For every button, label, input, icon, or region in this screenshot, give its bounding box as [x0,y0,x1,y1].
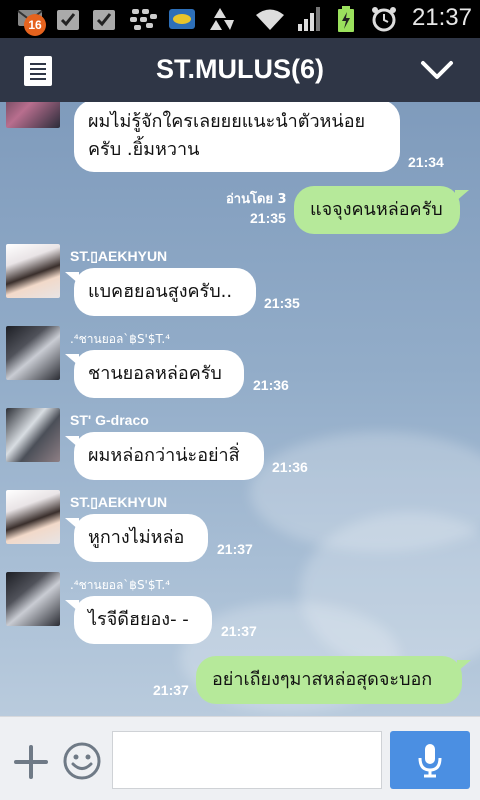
message-bubble[interactable]: ผมหล่อกว่าน่ะอย่าสิ่ [65,432,264,480]
message-time: 21:37 [153,682,189,698]
avatar[interactable] [6,490,60,544]
bbm-icon [130,9,157,30]
plus-icon[interactable] [14,745,48,779]
avatar[interactable] [6,244,60,298]
ticket-icon [169,9,195,29]
signal-icon [298,7,320,31]
message-time: 21:36 [253,377,289,393]
message-bubble[interactable]: ชานยอลหล่อครับ [65,350,244,398]
avatar[interactable] [6,326,60,380]
message-text: ไรจีดีฮยอง- - [88,609,189,630]
smiley-icon[interactable] [62,741,102,781]
avatar[interactable] [6,572,60,626]
avatar[interactable] [6,408,60,462]
message-text-line: ผมไม่รู้จักใครเลยยยแนะนำตัวหน่อย [88,111,366,132]
message-bubble[interactable]: แจจุงคนหล่อครับ [294,186,469,234]
message-input[interactable] [112,731,382,789]
message-text-line: ครับ .ยิ้มหวาน [88,139,200,160]
recycle-icon [210,8,234,30]
battery-charging-icon [338,6,354,32]
message-bubble[interactable]: อย่าเถียงๆมาสหล่อสุดจะบอก [196,656,471,704]
chat-message-list[interactable]: ผมไม่รู้จักใครเลยยยแนะนำตัวหน่อย ครับ .ย… [0,102,480,716]
message-text: อย่าเถียงๆมาสหล่อสุดจะบอก [212,669,433,690]
voice-message-button[interactable] [390,731,470,789]
avatar[interactable] [6,102,60,128]
sender-name: ST' G-draco [70,412,149,428]
status-time: 21:37 [411,4,472,31]
checkbox-icon [93,10,115,30]
message-bubble[interactable]: ผมไม่รู้จักใครเลยยยแนะนำตัวหน่อย ครับ .ย… [74,102,400,172]
message-text: หูกางไม่หล่อ [88,527,185,548]
message-text: แจจุงคนหล่อครับ [310,199,443,220]
message-bubble[interactable]: แบคฮยอนสูงครับ.. [65,268,256,316]
sender-name: .⁴ชานยอล`฿S'$T.⁴ [70,578,171,592]
message-input-bar [0,716,480,800]
message-time: 21:37 [217,541,253,557]
message-bubble[interactable]: หูกางไม่หล่อ [65,514,208,562]
message-time: 21:37 [221,623,257,639]
chat-title: ST.MULUS(6) [156,54,324,84]
sender-name: ST.▯AEKHYUN [70,248,168,264]
chevron-down-icon[interactable] [420,58,454,82]
message-text: ผมหล่อกว่าน่ะอย่าสิ่ [88,445,240,466]
wifi-icon [256,9,284,30]
sender-name: .⁴ชานยอล`฿S'$T.⁴ [70,332,171,346]
read-receipt: อ่านโดย 3 [226,192,287,207]
microphone-icon [418,744,442,778]
message-time: 21:34 [408,154,444,170]
status-bar: 16 21:37 [0,0,480,38]
checkbox-icon [57,10,79,30]
message-time: 21:36 [272,459,308,475]
message-time: 21:35 [264,295,300,311]
notification-count-badge: 16 [24,14,46,36]
alarm-icon [372,7,396,32]
message-text: แบคฮยอนสูงครับ.. [88,281,233,302]
message-bubble[interactable]: ไรจีดีฮยอง- - [65,596,212,644]
message-time: 21:35 [250,210,286,226]
chat-header: ST.MULUS(6) [0,38,480,102]
message-text: ชานยอลหล่อครับ [88,363,222,384]
sender-name: ST.▯AEKHYUN [70,494,168,510]
